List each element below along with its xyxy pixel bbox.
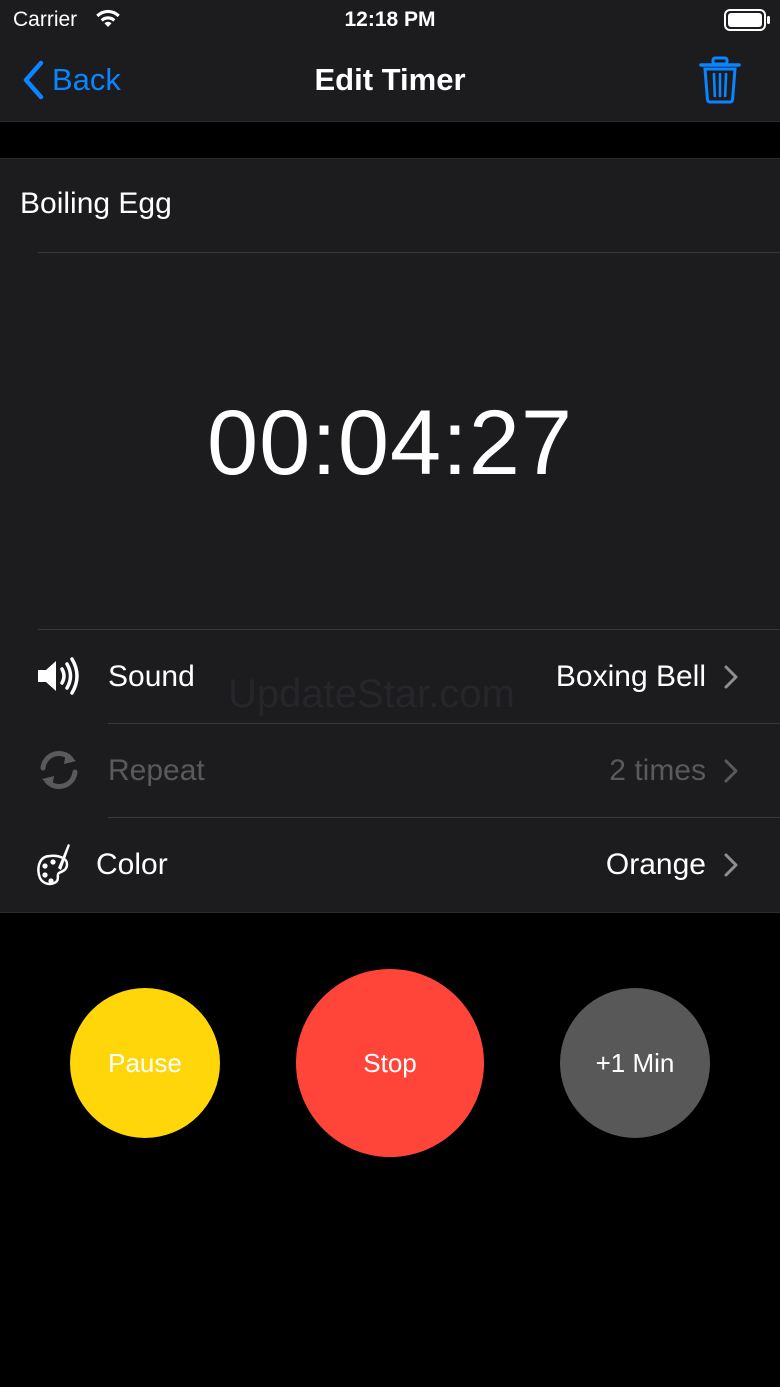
color-row[interactable]: Color Orange (0, 818, 780, 911)
stop-button[interactable]: Stop (296, 969, 484, 1157)
navigation-bar: Back Edit Timer (0, 40, 780, 122)
chevron-right-icon (723, 664, 739, 695)
sound-value: Boxing Bell (555, 660, 706, 693)
sound-label: Sound (108, 660, 195, 693)
chevron-right-icon (723, 758, 739, 789)
delete-button[interactable] (698, 56, 742, 109)
repeat-label: Repeat (108, 754, 205, 787)
sound-row[interactable]: Sound Boxing Bell (0, 630, 780, 723)
trash-icon (699, 56, 741, 104)
status-bar: Carrier 12:18 PM (0, 0, 780, 40)
timer-card: 00:04:27 Sound Boxing Bell (0, 158, 780, 913)
speaker-icon (36, 656, 82, 701)
pause-button[interactable]: Pause (70, 988, 220, 1138)
color-label: Color (96, 848, 168, 881)
repeat-value: 2 times (609, 754, 706, 787)
status-time: 12:18 PM (344, 8, 436, 31)
repeat-icon (36, 748, 82, 797)
repeat-row[interactable]: Repeat 2 times (0, 724, 780, 817)
palette-icon (36, 842, 70, 893)
battery-icon (724, 8, 772, 37)
color-value: Orange (605, 848, 706, 881)
chevron-right-icon (723, 852, 739, 883)
add-minute-button[interactable]: +1 Min (560, 988, 710, 1138)
divider (38, 252, 780, 253)
timer-name-field[interactable] (20, 187, 720, 221)
page-title: Edit Timer (314, 62, 466, 97)
timer-display: 00:04:27 (206, 392, 574, 494)
